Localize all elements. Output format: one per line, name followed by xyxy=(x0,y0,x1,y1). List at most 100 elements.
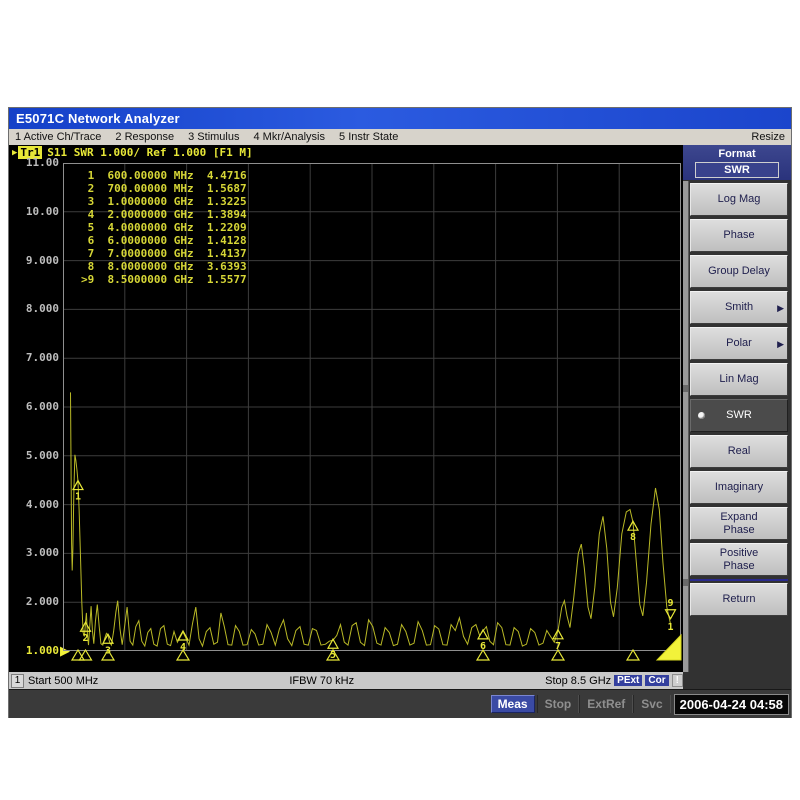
y-tick-1.000: 1.000 xyxy=(11,645,59,657)
softkey-smith[interactable]: Smith ▶ xyxy=(690,291,788,324)
marker-label-2: 2 xyxy=(82,633,88,644)
softkey-menu-title: Format xyxy=(683,145,791,160)
menu-item-4[interactable]: 4 Mkr/Analysis xyxy=(253,131,325,143)
softkey-label: Positive Phase xyxy=(720,547,759,573)
y-tick-4.000: 4.000 xyxy=(11,499,59,511)
submenu-arrow-icon: ▶ xyxy=(777,302,784,315)
submenu-arrow-icon: ▶ xyxy=(777,338,784,351)
analyzer-window: E5071C Network Analyzer 1 Active Ch/Trac… xyxy=(8,107,792,718)
marker-9[interactable] xyxy=(666,610,676,619)
marker-label-9: 9 xyxy=(667,598,673,609)
y-tick-5.000: 5.000 xyxy=(11,450,59,462)
menu-bar: 1 Active Ch/Trace 2 Response 3 Stimulus 4 M… xyxy=(9,129,791,145)
softkey-label: Group Delay xyxy=(708,265,770,278)
menu-items: 1 Active Ch/Trace 2 Response 3 Stimulus 4 M… xyxy=(9,131,398,143)
softkey-polar[interactable]: Polar ▶ xyxy=(690,327,788,360)
softkey-expand-phase[interactable]: Expand Phase xyxy=(690,507,788,540)
softkey-swr[interactable]: SWR xyxy=(690,399,788,432)
marker-table: 1 600.00000 MHz 4.4716 2 700.00000 MHz 1… xyxy=(81,169,247,286)
active-trace-number-label: 1 xyxy=(667,622,673,633)
status-badges: PExtCor xyxy=(611,674,668,687)
ifbw-label: IFBW 70 kHz xyxy=(289,675,354,687)
status-stop: Stop xyxy=(537,695,580,713)
warning-badge: ! xyxy=(672,674,683,687)
instrument-status-bar: Meas StopExtRefSvc 2006-04-24 04:58 xyxy=(9,689,791,718)
instrument-status-dim-items: StopExtRefSvc xyxy=(537,697,671,711)
softkey-separator xyxy=(690,579,788,581)
softkey-group-delay[interactable]: Group Delay xyxy=(690,255,788,288)
softkey-label: Expand Phase xyxy=(720,511,757,537)
marker-axis-8 xyxy=(627,650,639,660)
datetime-display: 2006-04-24 04:58 xyxy=(674,694,789,715)
scrollbar-notch xyxy=(683,579,688,586)
softkey-phase[interactable]: Phase xyxy=(690,219,788,252)
window-title: E5071C Network Analyzer xyxy=(9,111,180,126)
y-tick-3.000: 3.000 xyxy=(11,547,59,559)
marker-table-row-3: 3 1.0000000 GHz 1.3225 xyxy=(81,195,247,208)
measurement-screen: ▶ Tr1 S11 SWR 1.000/ Ref 1.000 [F1 M] 11… xyxy=(9,145,683,672)
channel-status-right-filler xyxy=(683,672,791,689)
marker-table-row-8: 8 8.0000000 GHz 3.6393 xyxy=(81,260,247,273)
y-tick-9.000: 9.000 xyxy=(11,255,59,267)
menu-item-1[interactable]: 1 Active Ch/Trace xyxy=(15,131,101,143)
y-tick-10.00: 10.00 xyxy=(11,206,59,218)
meas-status-badge[interactable]: Meas xyxy=(491,695,535,713)
softkey-log-mag[interactable]: Log Mag xyxy=(690,183,788,216)
selected-bullet-icon xyxy=(698,412,705,419)
menu-item-2[interactable]: 2 Response xyxy=(115,131,174,143)
marker-label-8: 8 xyxy=(630,532,636,543)
channel-number-box[interactable]: 1 xyxy=(11,674,24,688)
active-marker-corner-icon[interactable] xyxy=(657,635,681,660)
marker-label-1: 1 xyxy=(75,492,81,503)
marker-table-row-5: 5 4.0000000 GHz 1.2209 xyxy=(81,221,247,234)
window-titlebar[interactable]: E5071C Network Analyzer xyxy=(9,108,791,129)
status-extref: ExtRef xyxy=(579,695,633,713)
active-trace-arrow-icon: ▶ xyxy=(12,148,17,158)
marker-table-row-2: 2 700.00000 MHz 1.5687 xyxy=(81,182,247,195)
softkey-label: Smith xyxy=(725,301,753,314)
channel-status-left: 1 Start 500 MHz IFBW 70 kHz Stop 8.5 GHz… xyxy=(9,672,683,689)
softkey-lin-mag[interactable]: Lin Mag xyxy=(690,363,788,396)
menu-item-5[interactable]: 5 Instr State xyxy=(339,131,398,143)
marker-table-row-1: 1 600.00000 MHz 4.4716 xyxy=(81,169,247,182)
menu-item-3[interactable]: 3 Stimulus xyxy=(188,131,239,143)
softkey-label: Lin Mag xyxy=(719,373,758,386)
softkey-menu-header: Format SWR xyxy=(683,145,791,180)
marker-table-row-6: 6 6.0000000 GHz 1.4128 xyxy=(81,234,247,247)
start-frequency-label: Start 500 MHz xyxy=(28,675,98,687)
softkey-label: Imaginary xyxy=(715,481,763,494)
marker-label-4: 4 xyxy=(180,642,186,653)
y-tick-8.000: 8.000 xyxy=(11,303,59,315)
status-svc: Svc xyxy=(633,695,670,713)
softkey-label: Phase xyxy=(723,229,754,242)
marker-table-row-9: >9 8.5000000 GHz 1.5577 xyxy=(81,273,247,286)
y-tick-2.000: 2.000 xyxy=(11,596,59,608)
marker-table-row-7: 7 7.0000000 GHz 1.4137 xyxy=(81,247,247,260)
y-tick-11.00: 11.00 xyxy=(11,157,59,169)
softkey-label: SWR xyxy=(726,409,752,422)
softkey-label: Polar xyxy=(726,337,752,350)
softkey-menu-value: SWR xyxy=(695,162,779,178)
softkey-scrollbar[interactable] xyxy=(683,181,689,672)
trace-settings-text: S11 SWR 1.000/ Ref 1.000 [F1 M] xyxy=(47,146,252,159)
main-area: ▶ Tr1 S11 SWR 1.000/ Ref 1.000 [F1 M] 11… xyxy=(9,145,791,672)
softkey-real[interactable]: Real xyxy=(690,435,788,468)
softkey-return[interactable]: Return xyxy=(690,583,788,616)
softkey-sidebar: Format SWR Log Mag Phase Group Delay Smith ▶… xyxy=(683,145,791,672)
pext-badge: PExt xyxy=(614,675,642,686)
swr-trace xyxy=(71,392,671,646)
softkey-positive-phase[interactable]: Positive Phase xyxy=(690,543,788,576)
y-tick-6.000: 6.000 xyxy=(11,401,59,413)
cor-badge: Cor xyxy=(645,675,668,686)
softkey-imaginary[interactable]: Imaginary xyxy=(690,471,788,504)
y-tick-7.000: 7.000 xyxy=(11,352,59,364)
softkey-label: Return xyxy=(722,593,755,606)
screenshot-canvas: E5071C Network Analyzer 1 Active Ch/Trac… xyxy=(0,0,800,800)
softkey-list: Log Mag Phase Group Delay Smith ▶ Polar ▶ Lin M… xyxy=(690,183,788,619)
menu-resize[interactable]: Resize xyxy=(751,131,791,143)
channel-status-bar: 1 Start 500 MHz IFBW 70 kHz Stop 8.5 GHz… xyxy=(9,672,791,689)
marker-table-row-4: 4 2.0000000 GHz 1.3894 xyxy=(81,208,247,221)
stop-frequency-label: Stop 8.5 GHz xyxy=(545,675,611,687)
softkey-label: Log Mag xyxy=(718,193,761,206)
scrollbar-notch xyxy=(683,385,688,392)
